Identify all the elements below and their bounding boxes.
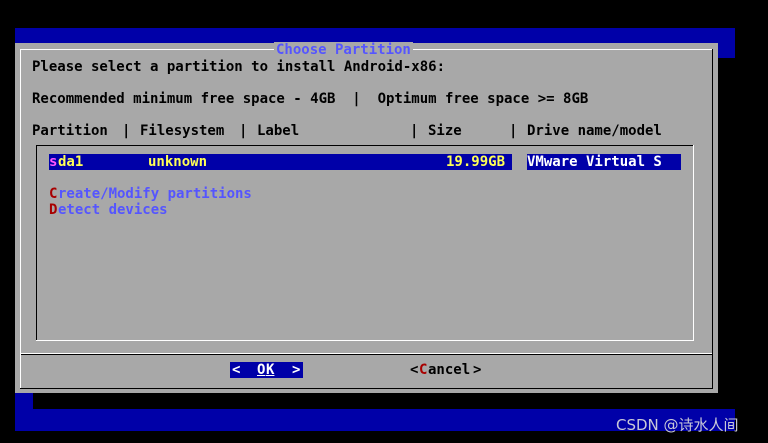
- partition-drive: VMware Virtual S: [527, 154, 662, 170]
- cancel-button[interactable]: < C ancel >: [410, 362, 485, 378]
- column-header-partition: Partition: [32, 123, 108, 139]
- cancel-label: ancel: [428, 362, 471, 378]
- partition-filesystem: unknown: [148, 154, 208, 170]
- column-separator: |: [122, 123, 131, 139]
- column-separator: |: [239, 123, 248, 139]
- ok-button[interactable]: < O K >: [230, 362, 303, 378]
- detect-label: etect devices: [58, 202, 168, 218]
- list-border-bottom: [36, 340, 694, 341]
- cancel-left-bracket: <: [410, 362, 419, 378]
- table-row[interactable]: s da1 unknown 19.99GB VMware Virtual S: [49, 154, 694, 170]
- cancel-hotkey: C: [419, 362, 428, 378]
- ok-right-bracket: >: [292, 362, 301, 378]
- create-label: reate/Modify partitions: [58, 186, 252, 202]
- cancel-right-bracket: >: [473, 362, 482, 378]
- create-hotkey: C: [49, 186, 58, 202]
- ok-left-bracket: <: [232, 362, 241, 378]
- column-header-filesystem: Filesystem: [140, 123, 225, 139]
- list-border-top: [36, 145, 694, 146]
- list-border-right: [693, 145, 694, 341]
- partition-name-hotkey: s: [49, 154, 58, 170]
- partition-size: 19.99GB: [446, 154, 506, 170]
- column-header-size: Size: [428, 123, 462, 139]
- choose-partition-dialog: Choose Partition Please select a partiti…: [15, 42, 718, 393]
- button-area-divider-dark: [21, 354, 712, 355]
- ok-hotkey: O: [257, 362, 266, 378]
- column-separator: |: [410, 123, 419, 139]
- watermark: CSDN @诗水人间: [616, 416, 739, 434]
- create-modify-partitions-item[interactable]: C reate/Modify partitions: [49, 186, 279, 202]
- partition-list-box[interactable]: s da1 unknown 19.99GB VMware Virtual S C…: [36, 145, 694, 341]
- detect-hotkey: D: [49, 202, 58, 218]
- column-separator: |: [509, 123, 518, 139]
- dialog-title: Choose Partition: [274, 42, 413, 58]
- dialog-border-right: [712, 49, 713, 389]
- selected-row-highlight: [49, 154, 512, 170]
- list-border-left: [36, 145, 37, 341]
- dialog-shadow-right: [718, 58, 735, 409]
- detect-devices-item[interactable]: D etect devices: [49, 202, 179, 218]
- dialog-border-bottom: [20, 388, 713, 389]
- partition-name: da1: [58, 154, 84, 170]
- dialog-shadow-bottom: [33, 393, 735, 409]
- dialog-border-left: [20, 49, 21, 389]
- ok-label: K: [266, 362, 275, 378]
- recommendation-text: Recommended minimum free space - 4GB | O…: [32, 91, 589, 107]
- column-header-drive: Drive name/model: [527, 123, 662, 139]
- prompt-text: Please select a partition to install And…: [32, 59, 446, 75]
- column-header-label: Label: [257, 123, 300, 139]
